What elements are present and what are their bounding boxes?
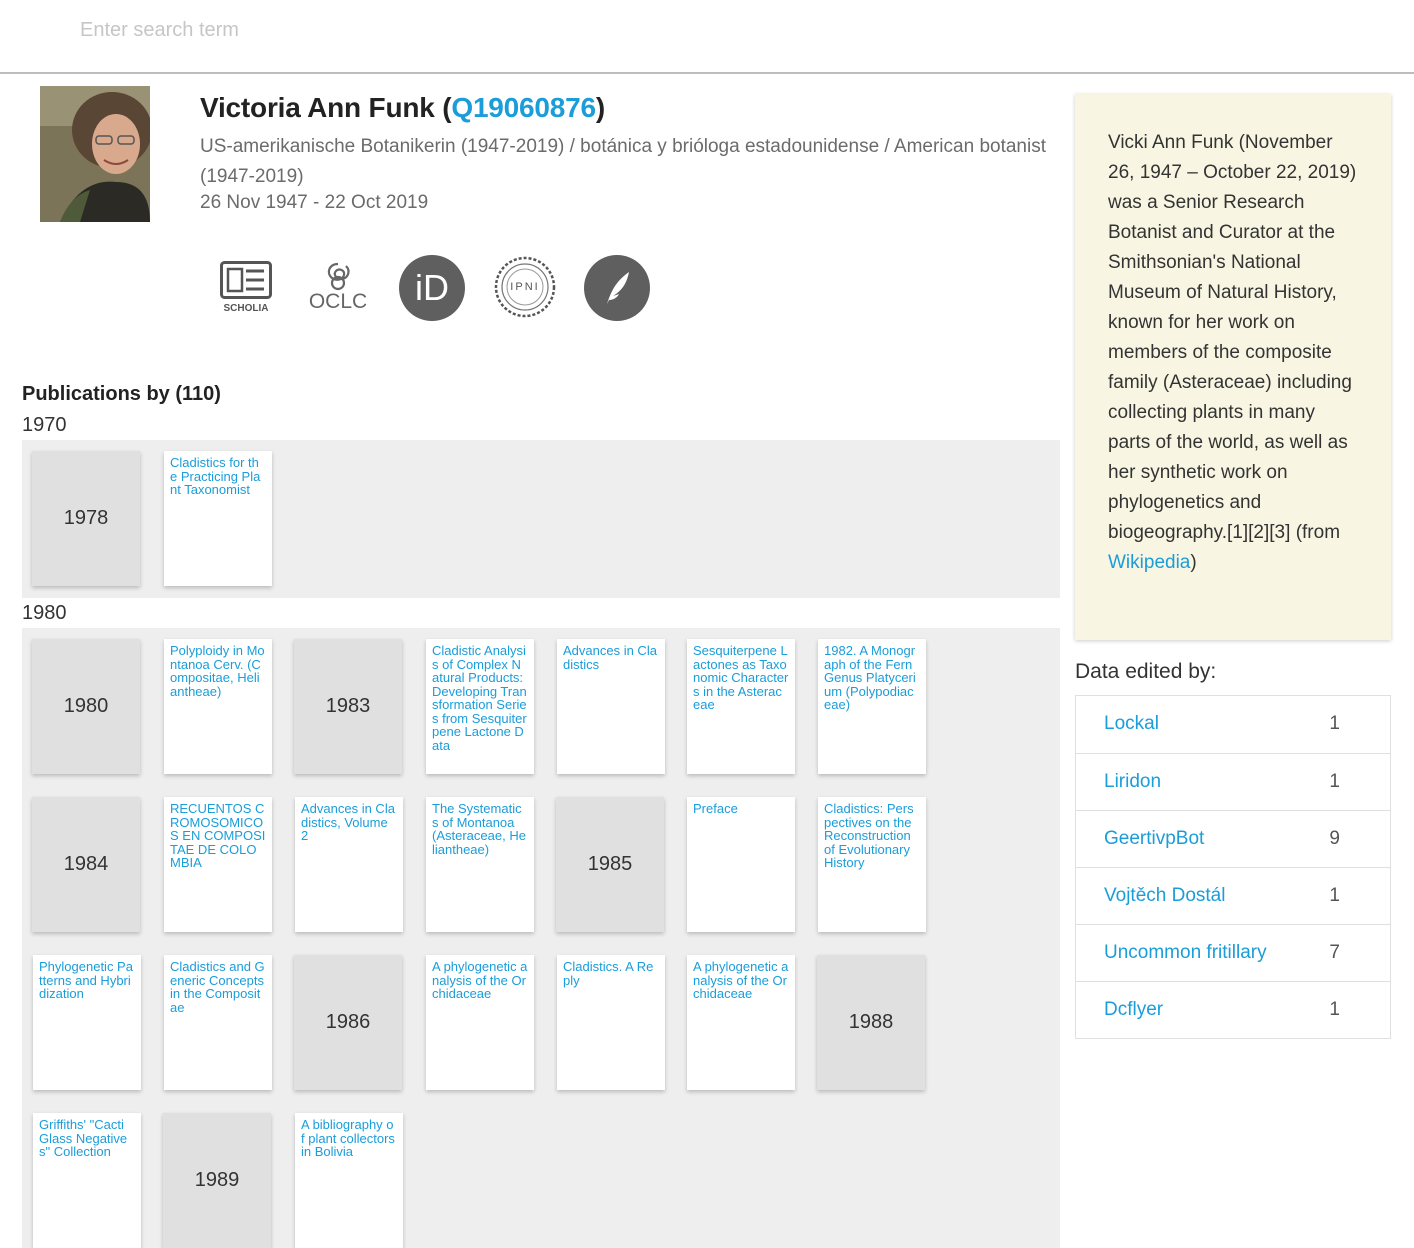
scholia-link[interactable]: SCHOLIA <box>214 255 278 319</box>
wikipedia-summary: Vicki Ann Funk (November 26, 1947 – Octo… <box>1075 94 1391 640</box>
publication-card[interactable]: Cladistics. A Reply <box>557 955 665 1090</box>
year-card-1988: 1988 <box>817 955 925 1090</box>
edit-count: 7 <box>1329 942 1340 963</box>
person-name: Victoria Ann Funk <box>200 92 435 123</box>
wikidata-id-link[interactable]: Q19060876 <box>451 92 596 123</box>
oclc-label: OCLC <box>308 290 368 313</box>
year-card-1978: 1978 <box>32 451 140 586</box>
search-bar <box>0 0 1414 74</box>
wikipedia-link[interactable]: Wikipedia <box>1108 552 1190 573</box>
publication-card[interactable]: Cladistics: Perspectives on the Reconstr… <box>818 797 926 932</box>
summary-from-prefix: (from <box>1295 522 1341 543</box>
publication-card[interactable]: Phylogenetic Patterns and Hybridization <box>33 955 141 1090</box>
editor-row: Liridon 1 <box>1076 753 1390 810</box>
publication-card[interactable]: Preface <box>687 797 795 932</box>
editor-link[interactable]: Liridon <box>1104 771 1161 793</box>
publication-card[interactable]: Sesquiterpene Lactones as Taxonomic Char… <box>687 639 795 774</box>
summary-from-suffix: ) <box>1190 552 1197 573</box>
orcid-link[interactable]: iD <box>399 255 465 321</box>
search-input[interactable] <box>80 12 680 48</box>
editor-link[interactable]: GeertivpBot <box>1104 828 1204 850</box>
year-card-1984: 1984 <box>32 797 140 932</box>
publication-card[interactable]: 1982. A Monograph of the Fern Genus Plat… <box>818 639 926 774</box>
portrait-image <box>40 86 150 222</box>
bhl-feather-icon <box>607 272 629 304</box>
avatar <box>40 86 150 222</box>
editors-list: Lockal 1 Liridon 1 GeertivpBot 9 Vojtěch… <box>1075 695 1391 1039</box>
editor-row: Dcflyer 1 <box>1076 981 1390 1038</box>
oclc-link[interactable]: OCLC <box>304 255 372 319</box>
year-card-1983: 1983 <box>294 639 402 774</box>
publication-card[interactable]: A bibliography of plant collectors in Bo… <box>295 1113 403 1248</box>
editor-row: Vojtěch Dostál 1 <box>1076 867 1390 924</box>
editor-link[interactable]: Lockal <box>1104 713 1159 735</box>
year-card-1989: 1989 <box>163 1113 271 1248</box>
publication-card[interactable]: A phylogenetic analysis of the Orchidace… <box>687 955 795 1090</box>
editor-link[interactable]: Dcflyer <box>1104 999 1163 1021</box>
publications-heading: Publications by (110) <box>22 383 221 405</box>
edit-count: 1 <box>1329 771 1340 792</box>
scholia-icon <box>220 260 272 299</box>
oclc-icon <box>327 262 350 291</box>
year-card-1980: 1980 <box>32 639 140 774</box>
publication-card[interactable]: RECUENTOS CROMOSOMICOS EN COMPOSITAE DE … <box>164 797 272 932</box>
year-card-1985: 1985 <box>556 797 664 932</box>
page-title: Victoria Ann Funk (Q19060876) <box>200 92 605 124</box>
publication-card[interactable]: Cladistics for the Practicing Plant Taxo… <box>164 451 272 586</box>
decade-box-1980: 1980 Polyploidy in Montanoa Cerv. (Compo… <box>22 628 1060 1248</box>
editor-row: GeertivpBot 9 <box>1076 810 1390 867</box>
editor-link[interactable]: Vojtěch Dostál <box>1104 885 1225 907</box>
person-dates: 26 Nov 1947 - 22 Oct 2019 <box>200 192 429 213</box>
publication-card[interactable]: The Systematics of Montanoa (Asteraceae,… <box>426 797 534 932</box>
edit-count: 9 <box>1329 828 1340 849</box>
edit-count: 1 <box>1329 713 1340 734</box>
publication-card[interactable]: Cladistic Analysis of Complex Natural Pr… <box>426 639 534 774</box>
editor-link[interactable]: Uncommon fritillary <box>1104 942 1267 964</box>
paren-open: ( <box>434 92 452 123</box>
publication-card[interactable]: Cladistics and Generic Concepts in the C… <box>164 955 272 1090</box>
bhl-link[interactable] <box>584 255 650 321</box>
editor-row: Lockal 1 <box>1076 696 1390 753</box>
year-card-1986: 1986 <box>294 955 402 1090</box>
publication-card[interactable]: Polyploidy in Montanoa Cerv. (Compositae… <box>164 639 272 774</box>
publication-card[interactable]: Advances in Cladistics, Volume 2 <box>295 797 403 932</box>
publication-card[interactable]: Advances in Cladistics <box>557 639 665 774</box>
decade-label-1980: 1980 <box>22 602 67 624</box>
summary-text: Vicki Ann Funk (November 26, 1947 – Octo… <box>1108 132 1357 543</box>
editor-row: Uncommon fritillary 7 <box>1076 924 1390 981</box>
ipni-link[interactable]: IPNI <box>493 255 557 319</box>
ipni-label: IPNI <box>510 281 540 293</box>
orcid-icon: iD <box>415 267 449 308</box>
decade-box-1970: 1978 Cladistics for the Practicing Plant… <box>22 440 1060 598</box>
scholia-label: SCHOLIA <box>223 302 269 314</box>
publication-card[interactable]: Griffiths' "Cacti Glass Negatives" Colle… <box>33 1113 141 1248</box>
paren-close: ) <box>595 92 606 123</box>
person-description: US-amerikanische Botanikerin (1947-2019)… <box>200 136 1046 187</box>
edit-count: 1 <box>1329 999 1340 1020</box>
edit-count: 1 <box>1329 885 1340 906</box>
edited-by-heading: Data edited by: <box>1075 660 1217 683</box>
decade-label-1970: 1970 <box>22 414 67 436</box>
publication-card[interactable]: A phylogenetic analysis of the Orchidace… <box>426 955 534 1090</box>
